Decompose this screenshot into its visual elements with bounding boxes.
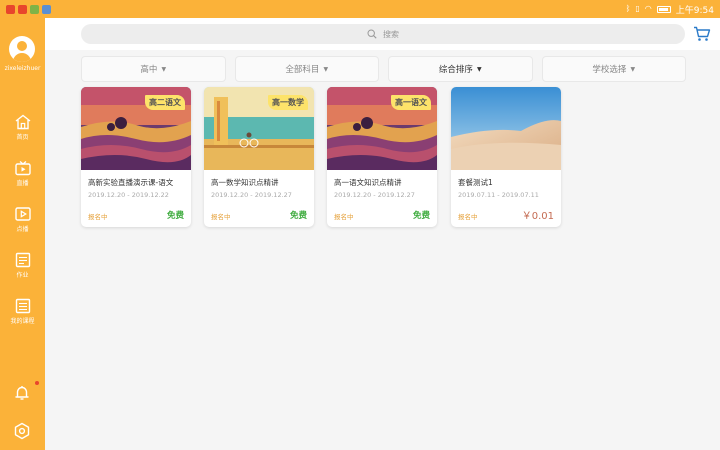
settings-icon[interactable]: [13, 422, 31, 440]
course-dates: 2019.07.11 - 2019.07.11: [458, 191, 539, 199]
filter-school-dropdown[interactable]: 学校选择 ▼: [541, 56, 686, 82]
course-card[interactable]: 高一语文 高一语文知识点精讲 2019.12.20 - 2019.12.27 报…: [327, 87, 437, 227]
app-notification-icon: [42, 4, 51, 14]
sidebar-item-homework[interactable]: 作业: [0, 252, 45, 292]
filter-sort-dropdown[interactable]: 综合排序 ▼: [388, 56, 533, 82]
course-price: 免费: [166, 211, 184, 221]
subject-badge: 高一语文: [391, 95, 431, 110]
sidebar-item-vod[interactable]: 点播: [0, 206, 45, 246]
play-icon: [14, 207, 31, 221]
wifi-icon: ◠: [644, 4, 652, 13]
filter-label: 综合排序: [438, 65, 473, 75]
vibrate-icon: ▯: [635, 4, 640, 13]
course-card[interactable]: 高二语文 高新实验直播演示课-语文 2019.12.20 - 2019.12.2…: [81, 87, 191, 227]
sidebar-item-label: 首页: [16, 134, 29, 141]
top-bar: 搜索: [45, 18, 720, 50]
homework-icon: [15, 252, 30, 268]
sidebar-item-label: 作业: [16, 272, 29, 279]
course-thumbnail: [451, 87, 561, 170]
sidebar-item-live[interactable]: 直播: [0, 160, 45, 200]
bluetooth-icon: ᛒ: [625, 4, 631, 13]
course-price: ￥0.01: [521, 211, 554, 222]
caret-down-icon: ▼: [161, 65, 167, 73]
bell-icon[interactable]: [13, 384, 31, 402]
home-icon: [15, 114, 30, 130]
search-input[interactable]: 搜索: [81, 24, 685, 44]
battery-icon: [656, 5, 671, 13]
courses-icon: [15, 298, 30, 314]
caret-down-icon: ▼: [476, 65, 482, 73]
status-bar: ᛒ ▯ ◠ 上午9:54: [0, 0, 720, 18]
avatar[interactable]: [9, 36, 35, 62]
filter-bar: 高中 ▼ 全部科目 ▼ 综合排序 ▼ 学校选择 ▼: [81, 56, 686, 82]
enrollment-status: 报名中: [458, 213, 478, 221]
sidebar-item-label: 点播: [16, 226, 29, 233]
course-dates: 2019.12.20 - 2019.12.27: [211, 191, 292, 199]
enrollment-status: 报名中: [88, 213, 108, 221]
course-thumbnail: 高一语文: [327, 87, 437, 170]
notification-icons: [6, 4, 51, 14]
sidebar-item-label: 我的课程: [10, 318, 35, 325]
caret-down-icon: ▼: [630, 65, 636, 73]
course-title: 高新实验直播演示课-语文: [88, 178, 174, 187]
system-status: ᛒ ▯ ◠ 上午9:54: [626, 3, 714, 16]
course-thumbnail: 高一数学: [204, 87, 314, 170]
sidebar-item-label: 直播: [16, 180, 29, 187]
app-notification-icon: [30, 4, 39, 14]
filter-subject-dropdown[interactable]: 全部科目 ▼: [234, 56, 379, 82]
search-icon: [367, 29, 377, 39]
course-price: 免费: [412, 211, 430, 221]
sidebar-item-my-courses[interactable]: 我的课程: [0, 298, 45, 338]
filter-label: 学校选择: [592, 65, 627, 75]
course-title: 套餐测试1: [458, 178, 493, 187]
filter-label: 高中: [140, 65, 158, 75]
enrollment-status: 报名中: [211, 213, 231, 221]
course-title: 高一语文知识点精讲: [334, 178, 402, 187]
course-price: 免费: [289, 211, 307, 221]
subject-badge: 高一数学: [268, 95, 308, 110]
course-thumbnail: 高二语文: [81, 87, 191, 170]
main-content: 搜索 高中 ▼ 全部科目 ▼ 综合排序 ▼ 学校选择 ▼ 高二语文 高新实验直播…: [45, 18, 720, 450]
username: zixeleizhuer: [4, 65, 41, 72]
tv-icon: [14, 161, 31, 176]
course-grid: 高二语文 高新实验直播演示课-语文 2019.12.20 - 2019.12.2…: [81, 87, 581, 227]
course-dates: 2019.12.20 - 2019.12.22: [88, 191, 169, 199]
enrollment-status: 报名中: [334, 213, 354, 221]
filter-grade-dropdown[interactable]: 高中 ▼: [81, 56, 226, 82]
course-card[interactable]: 高一数学 高一数学知识点精讲 2019.12.20 - 2019.12.27 报…: [204, 87, 314, 227]
sidebar: zixeleizhuer 首页 直播 点播 作业 我的课程: [0, 18, 45, 450]
course-title: 高一数学知识点精讲: [211, 178, 279, 187]
subject-badge: 高二语文: [145, 95, 185, 110]
cart-icon[interactable]: [693, 26, 711, 42]
course-card[interactable]: 套餐测试1 2019.07.11 - 2019.07.11 报名中 ￥0.01: [451, 87, 561, 227]
filter-label: 全部科目: [285, 65, 320, 75]
notification-dot: [35, 381, 39, 385]
course-dates: 2019.12.20 - 2019.12.27: [334, 191, 415, 199]
app-notification-icon: [18, 4, 27, 14]
search-placeholder: 搜索: [383, 29, 399, 39]
clock: 上午9:54: [675, 5, 714, 16]
sidebar-item-home[interactable]: 首页: [0, 114, 45, 154]
app-notification-icon: [6, 4, 15, 14]
caret-down-icon: ▼: [323, 65, 329, 73]
